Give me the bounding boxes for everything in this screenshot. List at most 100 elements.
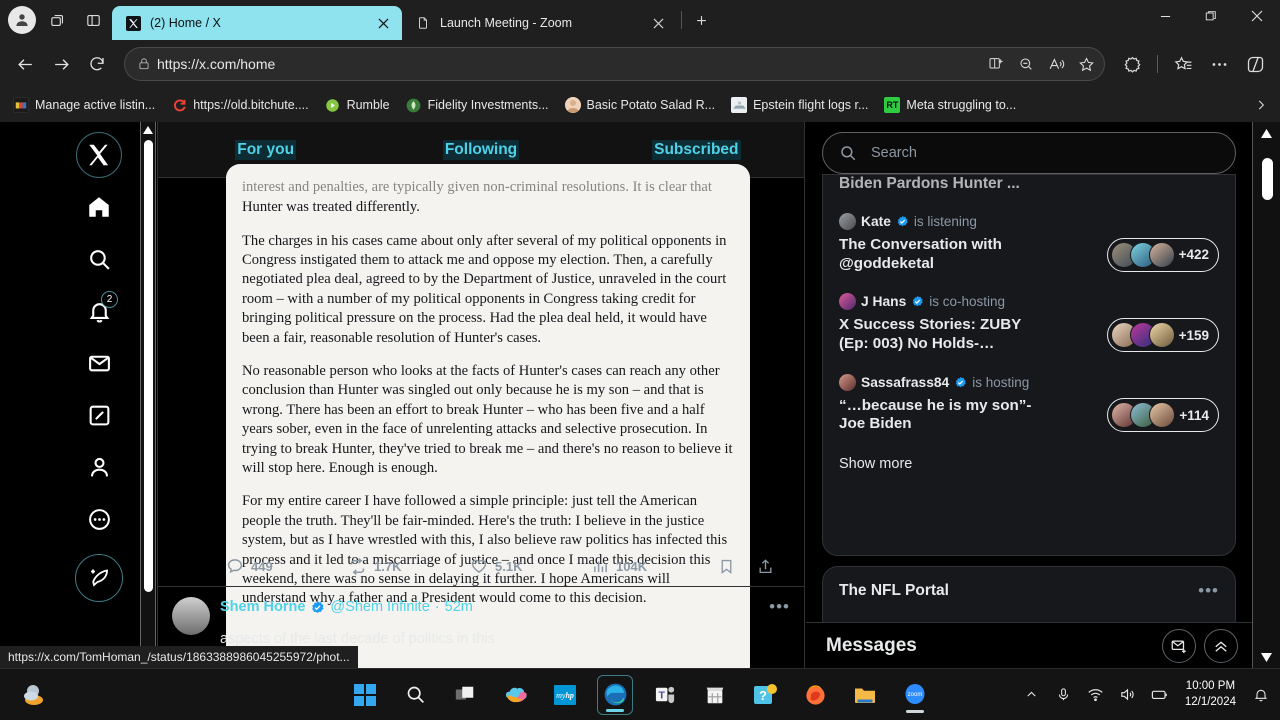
more-options-icon[interactable]: ••• [1198, 581, 1219, 601]
sidebar-item-search[interactable] [74, 234, 124, 284]
split-screen-icon[interactable] [78, 5, 108, 35]
bookmark-item[interactable]: RT Meta struggling to... [877, 94, 1023, 116]
settings-more-icon[interactable] [1202, 47, 1236, 81]
taskbar-clock[interactable]: 10:00 PM 12/1/2024 [1181, 679, 1240, 710]
space-host-line: J Hans is co-hosting [839, 293, 1219, 311]
sidebar-item-profile[interactable] [74, 442, 124, 492]
teams-taskbar-icon[interactable]: T [647, 675, 683, 715]
space-host-name[interactable]: Sassafrass84 [861, 375, 949, 390]
spaces-cut-title[interactable]: Biden Pardons Hunter ... [839, 175, 1219, 193]
favorite-star-icon[interactable] [1072, 50, 1100, 78]
taskbar-search-icon[interactable] [397, 675, 433, 715]
collections-icon[interactable] [1166, 47, 1200, 81]
repost-action[interactable]: 1.7K [348, 557, 470, 576]
file-explorer-icon[interactable] [847, 675, 883, 715]
battery-icon[interactable] [1149, 684, 1171, 706]
author-handle: @Shem Infinite [330, 599, 430, 615]
scroll-up-arrow-icon[interactable] [1253, 122, 1280, 144]
show-more-link[interactable]: Show more [839, 456, 1219, 472]
tab-home-x[interactable]: (2) Home / X [112, 6, 402, 40]
scrollbar-thumb[interactable] [143, 140, 153, 592]
space-title[interactable]: X Success Stories: ZUBY (Ep: 003) No Hol… [839, 316, 1049, 353]
more-options-icon[interactable]: ••• [769, 597, 790, 617]
repost-count: 1.7K [374, 558, 402, 574]
wifi-icon[interactable] [1085, 684, 1107, 706]
space-item[interactable]: Kate is listening The Conversation with … [839, 213, 1219, 273]
copilot-taskbar-icon[interactable] [497, 675, 533, 715]
new-message-icon[interactable] [1162, 628, 1196, 663]
messages-dock-buttons [1162, 628, 1238, 663]
read-aloud-icon[interactable] [1042, 50, 1070, 78]
tab-launch-meeting-zoom[interactable]: Launch Meeting - Zoom [402, 6, 677, 40]
reply-action[interactable]: 449 [226, 557, 348, 575]
restore-icon[interactable] [1188, 0, 1234, 32]
split-screen-toolbar-icon[interactable] [982, 50, 1010, 78]
start-button[interactable] [347, 675, 383, 715]
page-scrollbar[interactable] [1252, 122, 1280, 668]
profile-avatar-button[interactable] [8, 6, 36, 34]
like-action[interactable]: 5.1K [470, 557, 592, 575]
author-name[interactable]: Shem Horne [220, 599, 305, 615]
tray-expand-chevron-icon[interactable] [1021, 684, 1043, 706]
weather-widget[interactable]: 62° [22, 682, 56, 708]
sidebar-item-home[interactable] [74, 182, 124, 232]
close-icon[interactable] [372, 12, 394, 34]
space-item[interactable]: Sassafrass84 is hosting “…because he is … [839, 373, 1219, 434]
bookmark-item[interactable]: Manage active listin... [6, 94, 162, 116]
scroll-up-arrow-icon[interactable] [140, 122, 156, 138]
sidebar-item-notifications[interactable]: 2 [74, 286, 124, 336]
zoom-taskbar-icon[interactable]: zoom [897, 675, 933, 715]
bookmarks-overflow-chevron-icon[interactable] [1248, 92, 1274, 118]
firefox-icon[interactable] [797, 675, 833, 715]
address-bar-url[interactable]: https://x.com/home [157, 56, 976, 72]
space-host-name[interactable]: Kate [861, 214, 891, 229]
space-host-name[interactable]: J Hans [861, 294, 906, 309]
space-title[interactable]: “…because he is my son”- Joe Biden [839, 397, 1049, 434]
minimize-icon[interactable] [1142, 0, 1188, 32]
back-icon[interactable] [8, 47, 42, 81]
share-action[interactable] [757, 558, 774, 575]
expand-chevrons-icon[interactable] [1204, 628, 1238, 663]
view-count: 104K [616, 558, 648, 574]
reload-icon[interactable] [80, 47, 114, 81]
sidebar-item-messages[interactable] [74, 338, 124, 388]
compose-post-button[interactable] [75, 554, 123, 602]
tab-groups-icon[interactable] [42, 5, 72, 35]
forward-icon[interactable] [44, 47, 78, 81]
new-tab-icon[interactable] [686, 5, 716, 35]
scroll-down-arrow-icon[interactable] [1253, 646, 1280, 668]
messages-dock[interactable]: Messages [806, 622, 1252, 668]
browser-window: (2) Home / X Launch Meeting - Zoom https… [0, 0, 1280, 720]
notification-bell-icon[interactable] [1250, 684, 1272, 706]
myhp-icon[interactable]: myhp [547, 675, 583, 715]
sidebar-item-x-logo[interactable] [74, 130, 124, 180]
space-title[interactable]: The Conversation with @goddeketal [839, 236, 1049, 273]
address-bar[interactable]: https://x.com/home [124, 47, 1105, 81]
bookmark-item[interactable]: https://old.bitchute.... [164, 94, 315, 116]
sidebar-item-grok[interactable] [74, 390, 124, 440]
scrollbar-thumb[interactable] [1262, 158, 1273, 200]
close-icon[interactable] [647, 12, 669, 34]
bookmark-item[interactable]: Fidelity Investments... [399, 94, 556, 116]
bookmark-item[interactable]: Basic Potato Salad R... [558, 94, 723, 116]
search-input[interactable]: Search [822, 132, 1236, 174]
space-item[interactable]: J Hans is co-hosting X Success Stories: … [839, 293, 1219, 353]
get-help-icon[interactable]: ? [747, 675, 783, 715]
browser-essentials-icon[interactable] [1238, 47, 1272, 81]
bookmark-item[interactable]: Epstein flight logs r... [724, 94, 875, 116]
sidebar-item-more[interactable] [74, 494, 124, 544]
bookmark-action[interactable] [718, 558, 735, 575]
tab-title: (2) Home / X [150, 16, 221, 30]
microsoft-store-icon[interactable] [697, 675, 733, 715]
views-action[interactable]: 104K [592, 558, 714, 575]
volume-icon[interactable] [1117, 684, 1139, 706]
content-scrollbar[interactable] [140, 122, 156, 668]
bookmark-item[interactable]: Rumble [318, 94, 397, 116]
nfl-card-title[interactable]: The NFL Portal [839, 582, 949, 600]
task-view-icon[interactable] [447, 675, 483, 715]
edge-taskbar-icon[interactable] [597, 674, 633, 715]
zoom-out-icon[interactable] [1012, 50, 1040, 78]
copilot-icon[interactable] [1115, 47, 1149, 81]
close-window-icon[interactable] [1234, 0, 1280, 32]
microphone-icon[interactable] [1053, 684, 1075, 706]
